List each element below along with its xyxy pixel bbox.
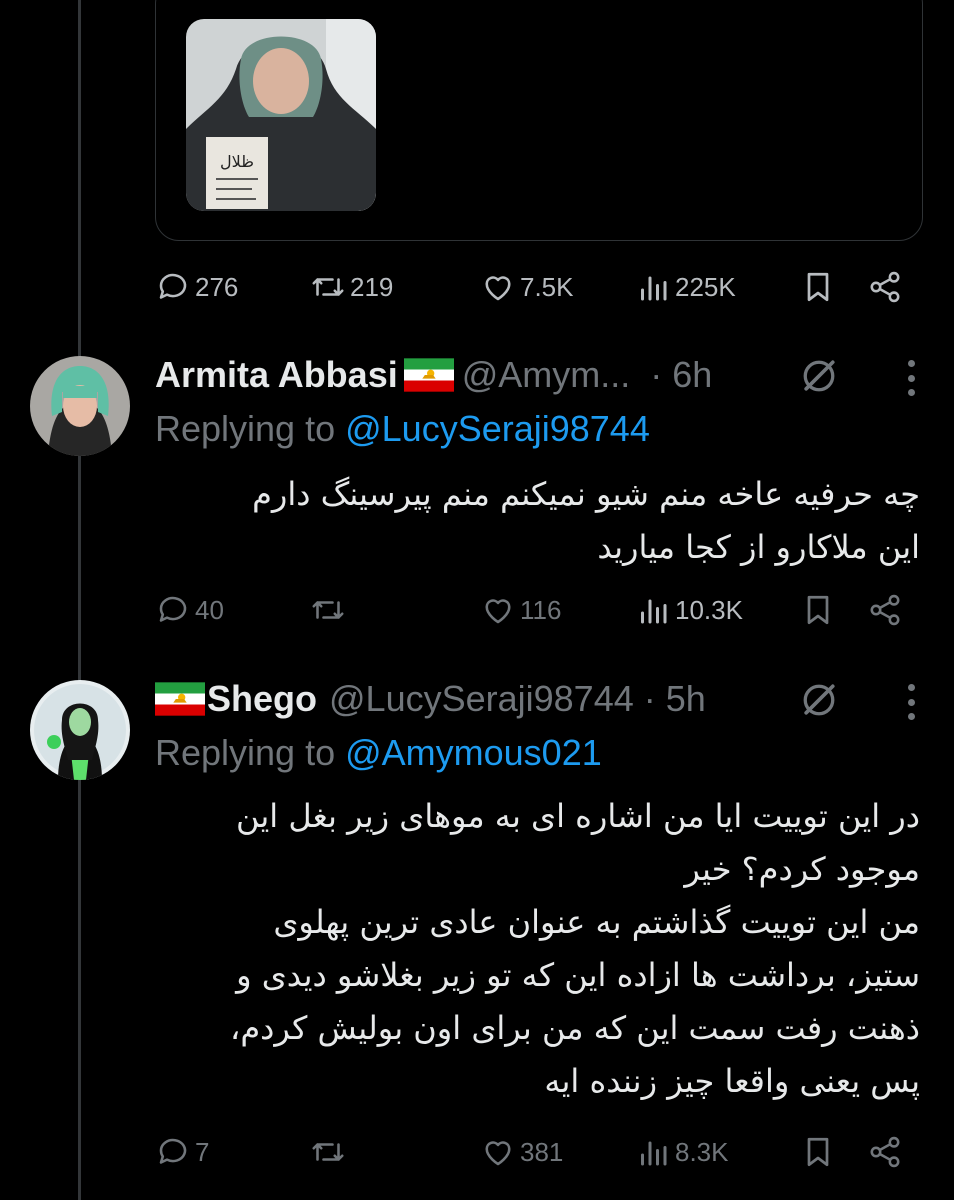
avatar[interactable] [30,680,130,780]
tweet-text-line: ذهنت رفت سمت این که من برای اون بولیش کر… [230,1009,920,1047]
svg-text:ظلال: ظلال [220,152,254,171]
grok-icon[interactable] [797,678,841,722]
replying-to-label: Replying to [155,732,346,773]
more-icon[interactable] [908,360,916,396]
tweet-text-line: پس یعنی واقعا چیز زننده ایه [544,1062,920,1100]
display-name[interactable]: Shego [207,678,317,720]
iran-flag-icon [404,358,454,392]
reply-icon [155,269,191,305]
iran-flag-icon [155,682,205,716]
display-name[interactable]: Armita Abbasi [155,354,398,396]
tweet-time[interactable]: · 6h [650,354,712,396]
reply-actions: 7 381 8.3K [155,1127,915,1177]
bookmark-button[interactable] [800,585,836,635]
tweet-text-line: موجود کردم؟ خیر [684,850,920,888]
reply-actions: 40 116 10.3K [155,585,915,635]
views-button[interactable]: 8.3K [635,1127,729,1177]
like-button[interactable]: 381 [480,1127,563,1177]
replying-to: Replying to @LucySeraji98744 [155,408,650,450]
bookmark-icon [800,1134,836,1170]
reply-button[interactable]: 7 [155,1127,209,1177]
views-count: 8.3K [675,1136,729,1167]
avatar[interactable] [30,356,130,456]
reply-button[interactable]: 276 [155,262,238,312]
retweet-button[interactable] [310,1127,350,1177]
mention-link[interactable]: @Amymous021 [345,732,602,773]
tweet-text-line: این ملاکارو از کجا میارید [597,528,920,566]
bookmark-button[interactable] [800,1127,836,1177]
share-button[interactable] [867,1127,903,1177]
grok-icon[interactable] [797,354,841,398]
views-button[interactable]: 225K [635,262,736,312]
views-count: 10.3K [675,594,743,625]
share-icon [867,1134,903,1170]
share-icon [867,592,903,628]
thread-line [78,0,81,1200]
like-count: 116 [520,594,562,625]
share-button[interactable] [867,585,903,635]
like-icon [480,269,516,305]
like-count: 7.5K [520,271,574,302]
replying-to: Replying to @Amymous021 [155,732,602,774]
reply-icon [155,592,191,628]
retweet-button[interactable] [310,585,350,635]
tweet-text-line: ستیز، برداشت ها ازاده این که تو زیر بغلا… [236,956,920,994]
bookmark-button[interactable] [800,262,836,312]
quoted-tweet-photo[interactable]: ظلال [186,19,376,211]
retweet-button[interactable]: 219 [310,262,393,312]
like-icon [480,1134,516,1170]
reply-icon [155,1134,191,1170]
views-icon [635,269,671,305]
tweet-text-line: چه حرفیه عاخه منم شیو نمیکنم منم پیرسینگ… [252,475,920,513]
tweet-text: در این توییت ایا من اشاره ای به موهای زی… [230,790,920,1108]
views-icon [635,592,671,628]
reply-count: 7 [195,1136,210,1167]
views-icon [635,1134,671,1170]
tweet-text: چه حرفیه عاخه منم شیو نمیکنم منم پیرسینگ… [252,468,920,574]
retweet-icon [310,1134,346,1170]
replying-to-label: Replying to [155,408,346,449]
share-button[interactable] [867,262,903,312]
reply-button[interactable]: 40 [155,585,224,635]
tweet-header: Armita Abbasi @Amym... · 6h [155,352,712,398]
tweet-header: Shego @LucySeraji98744 · 5h [155,676,706,722]
quoted-tweet-card[interactable]: ظلال [155,0,923,241]
tweet-text-line: در این توییت ایا من اشاره ای به موهای زی… [236,797,920,835]
tweet-time[interactable]: · 5h [644,678,706,720]
retweet-icon [310,269,346,305]
like-button[interactable]: 116 [480,585,561,635]
reply-count: 276 [195,271,239,302]
share-icon [867,269,903,305]
like-button[interactable]: 7.5K [480,262,574,312]
mention-link[interactable]: @LucySeraji98744 [345,408,650,449]
views-button[interactable]: 10.3K [635,585,743,635]
bookmark-icon [800,269,836,305]
user-handle[interactable]: @Amym... [462,354,631,396]
retweet-count: 219 [350,271,394,302]
user-handle[interactable]: @LucySeraji98744 [329,678,634,720]
bookmark-icon [800,592,836,628]
quoted-tweet-actions: 276 219 7.5K 225K [155,262,915,312]
like-icon [480,592,516,628]
reply-count: 40 [195,594,224,625]
retweet-icon [310,592,346,628]
views-count: 225K [675,271,736,302]
like-count: 381 [520,1136,564,1167]
tweet-text-line: من این توییت گذاشتم به عنوان عادی ترین پ… [273,903,920,941]
more-icon[interactable] [908,684,916,720]
